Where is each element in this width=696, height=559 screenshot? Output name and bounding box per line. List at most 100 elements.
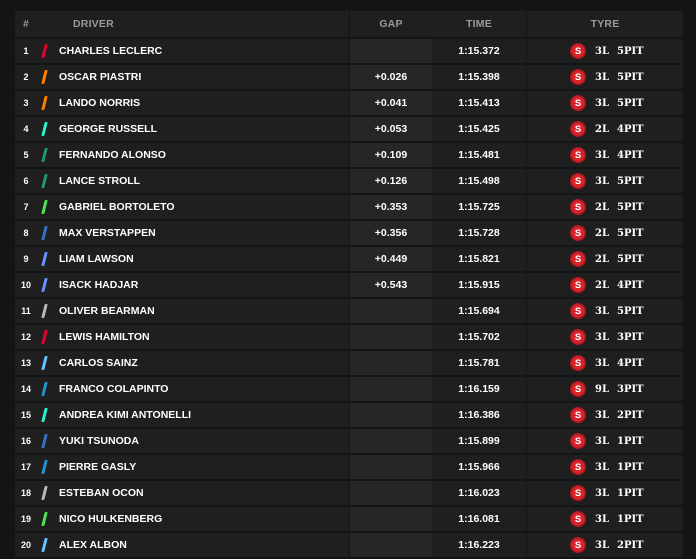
soft-tyre-icon: S	[570, 407, 586, 423]
row-tyre-laps: 2L	[595, 123, 609, 135]
table-row[interactable]: 1 CHARLES LECLERC 1:15.372 S 3L 5PIT	[15, 39, 683, 63]
row-time: 1:15.498	[458, 175, 500, 187]
row-tyre-laps: 3L	[595, 409, 609, 421]
row-position: 13	[20, 358, 31, 368]
team-color-stripe-icon	[37, 351, 51, 375]
row-pit-count: 3PIT	[617, 383, 644, 395]
row-tyre: S 2L 5PIT	[526, 195, 683, 219]
row-tyre: S 3L 1PIT	[526, 481, 683, 505]
row-driver-name: ISACK HADJAR	[59, 279, 139, 291]
row-driver-name: MAX VERSTAPPEN	[59, 227, 156, 239]
soft-tyre-icon: S	[570, 329, 586, 345]
row-time: 1:15.372	[458, 45, 500, 57]
table-row[interactable]: 18 ESTEBAN OCON 1:16.023 S 3L 1PIT	[15, 481, 683, 505]
row-position: 7	[23, 202, 29, 212]
row-time: 1:15.413	[458, 97, 500, 109]
row-pit-count: 5PIT	[617, 305, 644, 317]
row-gap	[349, 351, 432, 375]
soft-tyre-icon: S	[570, 147, 586, 163]
row-driver-name: FERNANDO ALONSO	[59, 149, 166, 161]
team-color-stripe-icon	[37, 403, 51, 427]
row-tyre-laps: 3L	[595, 461, 609, 473]
team-color-stripe-icon	[37, 325, 51, 349]
table-row[interactable]: 7 GABRIEL BORTOLETO +0.353 1:15.725 S 2L 5PIT	[15, 195, 683, 219]
table-row[interactable]: 11 OLIVER BEARMAN 1:15.694 S 3L 5PIT	[15, 299, 683, 323]
row-tyre-laps: 2L	[595, 201, 609, 213]
table-row[interactable]: 19 NICO HULKENBERG 1:16.081 S 3L 1PIT	[15, 507, 683, 531]
row-tyre: S 3L 2PIT	[526, 533, 683, 557]
table-row[interactable]: 3 LANDO NORRIS +0.041 1:15.413 S 3L 5PIT	[15, 91, 683, 115]
row-position: 3	[23, 98, 29, 108]
row-tyre: S 3L 5PIT	[526, 91, 683, 115]
row-driver-name: GABRIEL BORTOLETO	[59, 201, 175, 213]
row-pit-count: 5PIT	[617, 175, 644, 187]
row-driver-name: GEORGE RUSSELL	[59, 123, 158, 135]
table-row[interactable]: 12 LEWIS HAMILTON 1:15.702 S 3L 3PIT	[15, 325, 683, 349]
row-position: 19	[20, 514, 31, 524]
row-driver-name: ESTEBAN OCON	[59, 487, 144, 499]
row-time: 1:15.915	[458, 279, 500, 291]
row-driver-name: FRANCO COLAPINTO	[59, 383, 169, 395]
table-row[interactable]: 10 ISACK HADJAR +0.543 1:15.915 S 2L 4PIT	[15, 273, 683, 297]
row-position: 5	[23, 150, 29, 160]
soft-tyre-icon: S	[570, 199, 586, 215]
row-tyre-laps: 3L	[595, 539, 609, 551]
team-color-stripe-icon	[37, 195, 51, 219]
row-position: 9	[23, 254, 29, 264]
row-pit-count: 4PIT	[617, 357, 644, 369]
row-pit-count: 4PIT	[617, 279, 644, 291]
row-pit-count: 4PIT	[617, 123, 644, 135]
table-row[interactable]: 9 LIAM LAWSON +0.449 1:15.821 S 2L 5PIT	[15, 247, 683, 271]
row-gap	[349, 455, 432, 479]
team-color-stripe-icon	[37, 377, 51, 401]
row-position: 10	[20, 280, 31, 290]
row-position: 6	[23, 176, 29, 186]
row-tyre: S 3L 2PIT	[526, 403, 683, 427]
row-pit-count: 2PIT	[617, 409, 644, 421]
table-row[interactable]: 20 ALEX ALBON 1:16.223 S 3L 2PIT	[15, 533, 683, 557]
team-color-stripe-icon	[37, 169, 51, 193]
soft-tyre-icon: S	[570, 381, 586, 397]
table-row[interactable]: 15 ANDREA KIMI ANTONELLI 1:16.386 S 3L 2PIT	[15, 403, 683, 427]
table-row[interactable]: 14 FRANCO COLAPINTO 1:16.159 S 9L 3PIT	[15, 377, 683, 401]
soft-tyre-icon: S	[570, 173, 586, 189]
table-row[interactable]: 4 GEORGE RUSSELL +0.053 1:15.425 S 2L 4PIT	[15, 117, 683, 141]
row-tyre-laps: 9L	[595, 383, 609, 395]
row-tyre: S 2L 5PIT	[526, 247, 683, 271]
row-pit-count: 1PIT	[617, 487, 644, 499]
table-row[interactable]: 6 LANCE STROLL +0.126 1:15.498 S 3L 5PIT	[15, 169, 683, 193]
row-time: 1:15.728	[458, 227, 500, 239]
row-tyre-laps: 2L	[595, 227, 609, 239]
table-row[interactable]: 13 CARLOS SAINZ 1:15.781 S 3L 4PIT	[15, 351, 683, 375]
row-time: 1:16.159	[458, 383, 500, 395]
row-gap	[349, 39, 432, 63]
row-driver-name: PIERRE GASLY	[59, 461, 137, 473]
row-position: 4	[23, 124, 29, 134]
row-time: 1:15.899	[458, 435, 500, 447]
row-position: 11	[21, 306, 31, 316]
row-tyre-laps: 3L	[595, 175, 609, 187]
row-tyre-laps: 2L	[595, 253, 609, 265]
row-tyre-laps: 3L	[595, 435, 609, 447]
table-row[interactable]: 16 YUKI TSUNODA 1:15.899 S 3L 1PIT	[15, 429, 683, 453]
team-color-stripe-icon	[37, 65, 51, 89]
row-tyre-laps: 2L	[595, 279, 609, 291]
row-time: 1:15.398	[458, 71, 500, 83]
row-time: 1:16.386	[458, 409, 500, 421]
table-row[interactable]: 17 PIERRE GASLY 1:15.966 S 3L 1PIT	[15, 455, 683, 479]
row-pit-count: 5PIT	[617, 97, 644, 109]
table-row[interactable]: 5 FERNANDO ALONSO +0.109 1:15.481 S 3L 4PIT	[15, 143, 683, 167]
table-row[interactable]: 2 OSCAR PIASTRI +0.026 1:15.398 S 3L 5PIT	[15, 65, 683, 89]
soft-tyre-icon: S	[570, 433, 586, 449]
table-row[interactable]: 8 MAX VERSTAPPEN +0.356 1:15.728 S 2L 5PIT	[15, 221, 683, 245]
timing-rows: 1 CHARLES LECLERC 1:15.372 S 3L 5PIT 2 OSCAR PI…	[15, 39, 683, 557]
row-driver-name: LANCE STROLL	[59, 175, 141, 187]
soft-tyre-icon: S	[570, 225, 586, 241]
soft-tyre-icon: S	[570, 355, 586, 371]
row-tyre-laps: 3L	[595, 513, 609, 525]
row-tyre: S 3L 1PIT	[526, 507, 683, 531]
row-gap: +0.126	[349, 169, 432, 193]
row-driver-name: LIAM LAWSON	[59, 253, 134, 265]
row-pit-count: 3PIT	[617, 331, 644, 343]
row-gap	[349, 429, 432, 453]
